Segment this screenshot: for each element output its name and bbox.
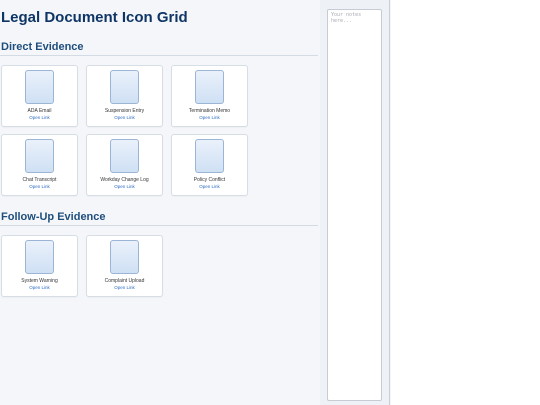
evidence-card-suspension-entry[interactable]: Suspension Entry Open Link bbox=[86, 65, 163, 127]
card-label: Complaint Upload bbox=[104, 278, 145, 284]
document-icon bbox=[25, 70, 54, 104]
open-link[interactable]: Open Link bbox=[87, 285, 162, 290]
card-label: Workday Change Log bbox=[100, 177, 149, 183]
section-title-follow-up-evidence: Follow-Up Evidence bbox=[1, 211, 106, 223]
open-link[interactable]: Open Link bbox=[172, 184, 247, 189]
document-icon bbox=[195, 70, 224, 104]
section-divider bbox=[0, 55, 318, 56]
evidence-card-termination-memo[interactable]: Termination Memo Open Link bbox=[171, 65, 248, 127]
empty-pane bbox=[391, 0, 540, 405]
document-icon bbox=[110, 240, 139, 274]
document-icon bbox=[110, 70, 139, 104]
document-icon bbox=[25, 240, 54, 274]
page-title: Legal Document Icon Grid bbox=[1, 9, 188, 26]
main-content: Legal Document Icon Grid Direct Evidence… bbox=[0, 0, 320, 405]
evidence-card-chat-transcript[interactable]: Chat Transcript Open Link bbox=[1, 134, 78, 196]
evidence-card-policy-conflict[interactable]: Policy Conflict Open Link bbox=[171, 134, 248, 196]
card-label: ADA Email bbox=[27, 108, 52, 114]
card-label: System Warning bbox=[21, 278, 58, 284]
evidence-card-ada-email[interactable]: ADA Email Open Link bbox=[1, 65, 78, 127]
open-link[interactable]: Open Link bbox=[2, 285, 77, 290]
document-icon bbox=[195, 139, 224, 173]
open-link[interactable]: Open Link bbox=[87, 115, 162, 120]
open-link[interactable]: Open Link bbox=[172, 115, 247, 120]
page: Legal Document Icon Grid Direct Evidence… bbox=[0, 0, 540, 405]
evidence-card-complaint-upload[interactable]: Complaint Upload Open Link bbox=[86, 235, 163, 297]
document-icon bbox=[25, 139, 54, 173]
open-link[interactable]: Open Link bbox=[87, 184, 162, 189]
card-label: Suspension Entry bbox=[104, 108, 145, 114]
card-label: Chat Transcript bbox=[22, 177, 57, 183]
evidence-card-workday-change-log[interactable]: Workday Change Log Open Link bbox=[86, 134, 163, 196]
notes-textarea[interactable]: Your notes here... bbox=[327, 9, 382, 401]
card-label: Policy Conflict bbox=[193, 177, 226, 183]
evidence-card-system-warning[interactable]: System Warning Open Link bbox=[1, 235, 78, 297]
open-link[interactable]: Open Link bbox=[2, 184, 77, 189]
card-label: Termination Memo bbox=[188, 108, 231, 114]
section-title-direct-evidence: Direct Evidence bbox=[1, 41, 84, 53]
open-link[interactable]: Open Link bbox=[2, 115, 77, 120]
notes-panel: Your notes here... bbox=[320, 0, 390, 405]
document-icon bbox=[110, 139, 139, 173]
notes-placeholder: Your notes here... bbox=[331, 12, 365, 24]
section-divider bbox=[0, 225, 318, 226]
